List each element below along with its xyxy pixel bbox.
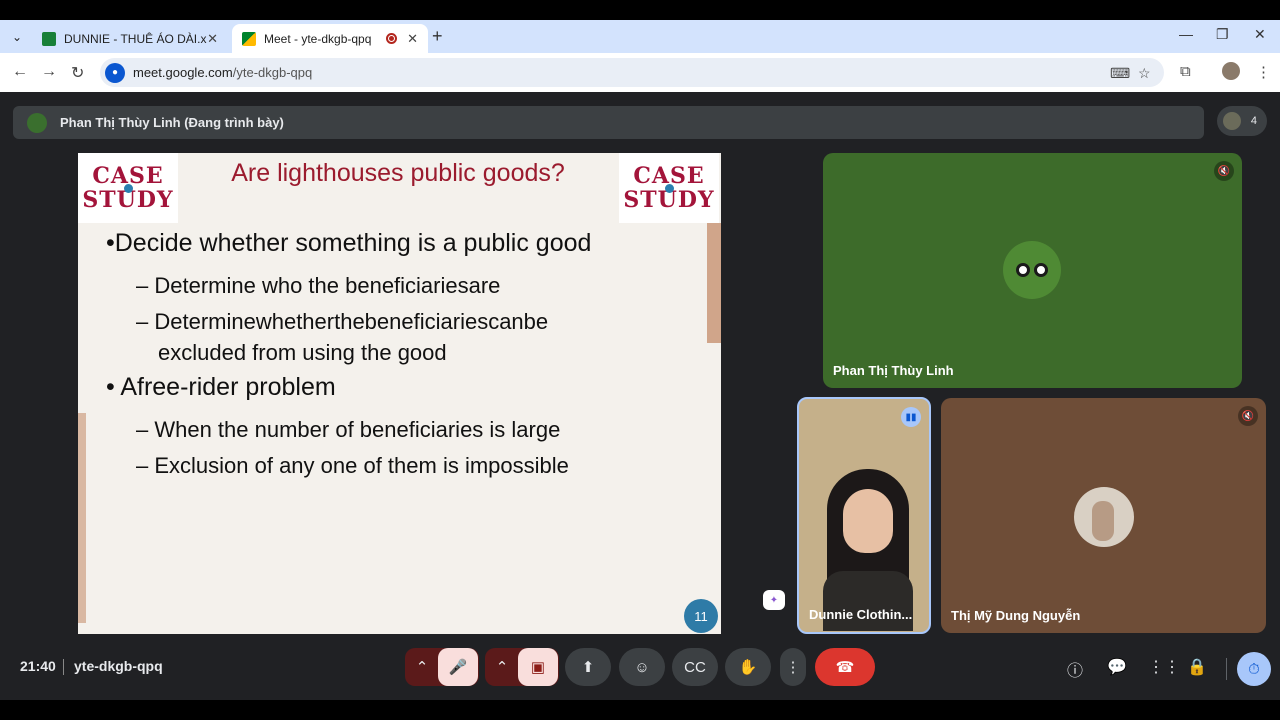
participants-button[interactable]: 4 <box>1217 106 1267 136</box>
bookmark-star-icon[interactable]: ☆ <box>1138 65 1151 82</box>
participant-avatar <box>1074 487 1134 547</box>
recording-icon <box>386 33 398 44</box>
logo-dot <box>665 184 674 193</box>
slide-sub-bullet: – Exclusion of any one of them is imposs… <box>136 453 569 478</box>
browser-toolbar: ← → ↻ ● meet.google.com/yte-dkgb-qpq ⌨ ☆… <box>0 53 1280 92</box>
meeting-info-icon[interactable]: ⓘ <box>1067 657 1083 681</box>
tab-meet[interactable]: Meet - yte-dkgb-qpq ✕ <box>232 24 428 53</box>
presenter-banner-text: Phan Thị Thùy Linh (Đang trình bày) <box>60 115 284 130</box>
new-tab-plus-icon[interactable]: + <box>432 26 443 47</box>
more-options-icon[interactable]: ⋮ <box>780 648 806 686</box>
clock-time: 21:40 <box>20 658 56 674</box>
tab-title: DUNNIE - THUÊ ÁO DÀI.xlsx <box>64 31 208 46</box>
site-info-mic-icon[interactable]: ● <box>105 62 125 83</box>
reload-icon[interactable]: ↻ <box>71 63 84 83</box>
extensions-icon[interactable]: ⧉ <box>1180 63 1191 80</box>
slide-sub-bullet-cont: excluded from using the good <box>158 340 447 365</box>
divider <box>63 659 64 675</box>
participant-tile[interactable]: ▮▮ Dunnie Clothin... <box>797 397 931 634</box>
tab-title: Meet - yte-dkgb-qpq <box>264 31 372 46</box>
mic-off-button-icon[interactable]: 🎤 <box>438 648 478 686</box>
close-tab-icon[interactable]: ✕ <box>407 31 418 47</box>
participant-tile[interactable]: 🔇 Thị Mỹ Dung Nguyễn <box>941 398 1266 633</box>
case-study-logo-right: CASE STUDY <box>619 153 719 223</box>
activities-grid-icon[interactable]: ⋮⋮ <box>1148 657 1180 677</box>
slide-bullet: • Afree-rider problem <box>106 373 336 401</box>
sheep-shape <box>1034 263 1048 277</box>
shared-slide: CASE STUDY CASE STUDY Are lighthouses pu… <box>78 153 721 634</box>
captions-button-icon[interactable]: CC <box>672 648 718 686</box>
participant-count: 4 <box>1250 115 1257 127</box>
close-window-icon[interactable]: ✕ <box>1254 26 1266 43</box>
meet-favicon-icon <box>242 31 256 46</box>
slide-title: Are lighthouses public goods? <box>231 159 565 187</box>
participant-video <box>823 461 913 631</box>
more-menu-icon[interactable]: ⋮ <box>1256 63 1271 81</box>
url-path: /yte-dkgb-qpq <box>232 65 313 80</box>
restore-icon[interactable]: ❐ <box>1216 26 1229 43</box>
sheets-favicon-icon <box>42 31 56 46</box>
participant-tile[interactable]: 🔇 Phan Thị Thùy Linh <box>823 153 1242 388</box>
url-text: meet.google.com/yte-dkgb-qpq <box>133 65 312 80</box>
tab-search-chevron-icon[interactable]: ⌄ <box>6 26 28 48</box>
forward-arrow-icon[interactable]: → <box>41 63 57 81</box>
raise-hand-button-icon[interactable]: ✋ <box>725 648 771 686</box>
presentation-banner: Phan Thị Thùy Linh (Đang trình bày) <box>13 106 1204 139</box>
url-host: meet.google.com <box>133 65 233 80</box>
mic-off-icon: 🔇 <box>1214 161 1234 181</box>
camera-control-group: ⌃ ▣ <box>485 648 559 686</box>
mic-options-chevron-icon[interactable]: ⌃ <box>406 658 438 676</box>
logo-dot <box>124 184 133 193</box>
host-controls-lock-icon[interactable]: 🔒 <box>1187 657 1207 677</box>
meeting-code: yte-dkgb-qpq <box>74 658 163 674</box>
camera-off-button-icon[interactable]: ▣ <box>518 648 558 686</box>
present-screen-button-icon[interactable]: ⬆ <box>565 648 611 686</box>
participant-avatar <box>1223 112 1241 130</box>
camera-options-chevron-icon[interactable]: ⌃ <box>486 658 518 676</box>
speaking-indicator-icon: ▮▮ <box>901 407 921 427</box>
divider <box>1226 658 1227 680</box>
minimize-icon[interactable]: — <box>1179 26 1193 42</box>
participant-name: Phan Thị Thùy Linh <box>833 363 954 378</box>
address-bar[interactable]: ● meet.google.com/yte-dkgb-qpq ⌨ ☆ <box>100 58 1164 87</box>
chat-icon[interactable]: 💬 <box>1107 657 1127 677</box>
mic-control-group: ⌃ 🎤 <box>405 648 479 686</box>
slide-sub-bullet: – Determine who the beneficiariesare <box>136 273 501 298</box>
slide-page-number: 11 <box>684 599 718 633</box>
gemini-notes-icon[interactable]: ✦ <box>763 590 785 610</box>
browser-window: ⌄ DUNNIE - THUÊ ÁO DÀI.xlsx ✕ Meet - yte… <box>0 20 1280 700</box>
participant-name: Dunnie Clothin... <box>809 607 913 622</box>
profile-avatar[interactable] <box>1222 62 1240 80</box>
face-shape <box>843 489 893 553</box>
tab-strip: ⌄ DUNNIE - THUÊ ÁO DÀI.xlsx ✕ Meet - yte… <box>0 20 1280 53</box>
mic-off-icon: 🔇 <box>1238 406 1258 426</box>
body-shape <box>823 571 913 631</box>
slide-sub-bullet: – When the number of beneficiaries is la… <box>136 417 561 442</box>
leave-call-button-icon[interactable]: ☎ <box>815 648 875 686</box>
close-tab-icon[interactable]: ✕ <box>207 31 218 47</box>
sheep-shape <box>1016 263 1030 277</box>
tab-spreadsheet[interactable]: DUNNIE - THUÊ ÁO DÀI.xlsx ✕ <box>32 24 228 53</box>
presenter-avatar <box>27 112 47 133</box>
participant-avatar <box>1003 241 1061 299</box>
participant-name: Thị Mỹ Dung Nguyễn <box>951 608 1081 623</box>
emoji-reaction-button-icon[interactable]: ☺ <box>619 648 665 686</box>
timer-icon[interactable]: ⏱ <box>1237 652 1271 686</box>
back-arrow-icon[interactable]: ← <box>12 63 28 81</box>
case-study-logo-left: CASE STUDY <box>78 153 178 223</box>
translate-icon[interactable]: ⌨ <box>1110 65 1130 82</box>
slide-bullet: •Decide whether something is a public go… <box>106 229 592 257</box>
slide-sub-bullet: – Determinewhetherthebeneficiariescanbe <box>136 309 549 334</box>
